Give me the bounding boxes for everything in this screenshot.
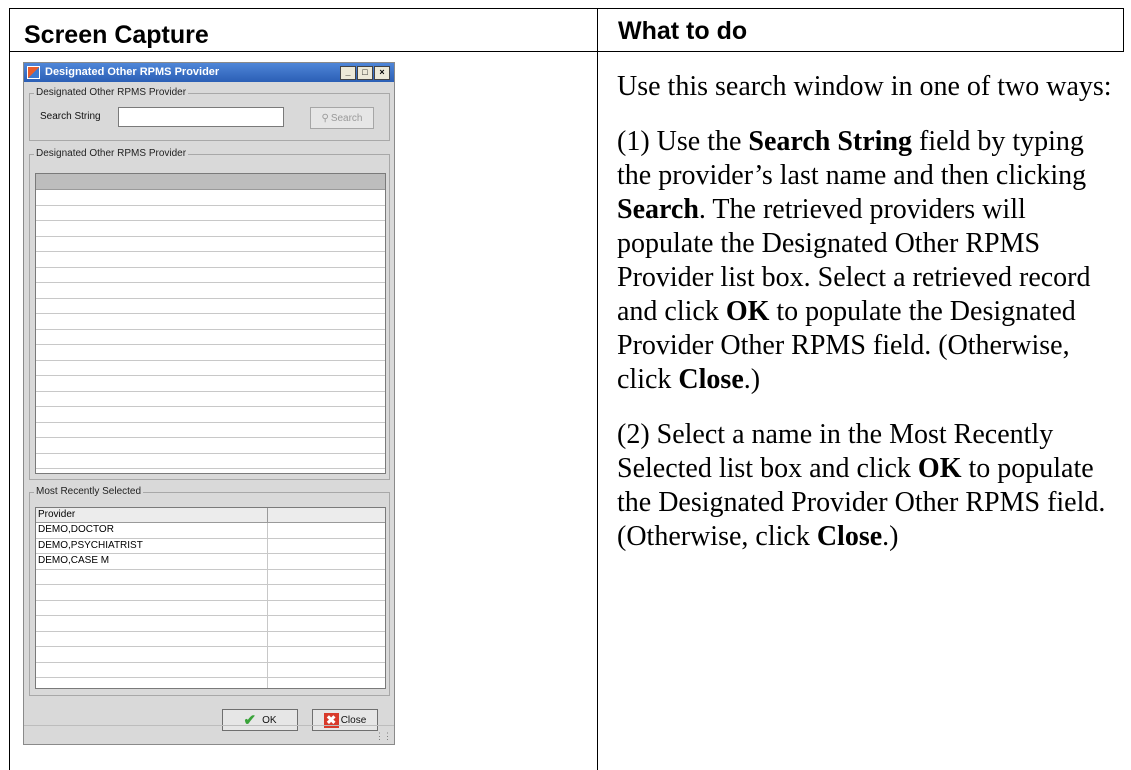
close-term: Close [678, 364, 744, 395]
table-row[interactable] [36, 600, 385, 616]
search-group-label: Designated Other RPMS Provider [34, 87, 189, 99]
provider-cell: DEMO,DOCTOR [38, 524, 114, 535]
column-header-screen-capture: Screen Capture [24, 21, 209, 49]
list-item[interactable] [36, 252, 385, 268]
list-item[interactable] [36, 407, 385, 423]
table-row[interactable]: DEMO,PSYCHIATRIST [36, 538, 385, 554]
table-row[interactable]: DEMO,CASE M [36, 554, 385, 570]
close-term: Close [816, 521, 883, 552]
table-row[interactable] [36, 616, 385, 632]
recent-group: Most Recently Selected Provider DEMO,DOC… [29, 486, 390, 696]
provider-column-header: Provider [38, 509, 76, 520]
list-item[interactable] [36, 438, 385, 454]
provider-cell: DEMO,PSYCHIATRIST [38, 539, 143, 551]
list-item[interactable] [36, 423, 385, 438]
table-row[interactable] [36, 631, 385, 647]
instructions: Use this search window in one of two way… [617, 70, 1122, 575]
search-icon: ⚲ [321, 112, 329, 124]
search-button-label: Search [330, 112, 363, 124]
results-list-header [36, 174, 385, 190]
instruction-option-2: (2) Select a name in the Most Recently S… [617, 419, 1106, 552]
table-row[interactable] [36, 569, 385, 585]
search-group: Designated Other RPMS Provider Search St… [29, 87, 390, 141]
list-item[interactable] [36, 392, 385, 407]
list-item[interactable] [36, 237, 385, 252]
dialog-title: Designated Other RPMS Provider [45, 66, 220, 78]
ok-term: OK [725, 296, 770, 327]
list-item[interactable] [36, 221, 385, 237]
list-item[interactable] [36, 454, 385, 469]
search-string-label: Search String [40, 111, 101, 122]
table-right-border [1123, 8, 1124, 52]
table-header-border [9, 51, 1124, 52]
table-top-border [9, 8, 1124, 9]
recent-group-label: Most Recently Selected [34, 486, 144, 498]
list-item[interactable] [36, 314, 385, 330]
results-group-label: Designated Other RPMS Provider [34, 148, 189, 160]
dialog-title-bar: Designated Other RPMS Provider _ □ × [24, 63, 394, 82]
list-item[interactable] [36, 376, 385, 392]
list-item[interactable] [36, 190, 385, 206]
search-button[interactable]: ⚲ Search [310, 107, 374, 129]
recent-list[interactable]: Provider DEMO,DOCTOR DEMO,PSYCHIATRIST D… [35, 507, 386, 689]
app-icon [27, 66, 40, 79]
search-string-term: Search String [748, 126, 913, 157]
close-window-icon[interactable]: × [374, 66, 390, 80]
instruction-intro: Use this search window in one of two way… [617, 71, 1112, 102]
list-item[interactable] [36, 330, 385, 345]
column-header-what-to-do: What to do [618, 17, 748, 45]
table-row[interactable] [36, 585, 385, 601]
results-group: Designated Other RPMS Provider [29, 148, 390, 480]
list-item[interactable] [36, 283, 385, 299]
search-term: Search [617, 194, 699, 225]
column-separator [267, 508, 268, 522]
instruction-option-1: (1) Use the Search String field by typin… [617, 126, 1091, 395]
list-item[interactable] [36, 299, 385, 314]
table-row[interactable] [36, 647, 385, 663]
table-row[interactable] [36, 662, 385, 678]
ok-term: OK [917, 453, 962, 484]
designated-provider-dialog: Designated Other RPMS Provider _ □ × Desig… [23, 62, 395, 745]
table-row[interactable]: DEMO,DOCTOR [36, 523, 385, 539]
results-list[interactable] [35, 173, 386, 474]
table-row[interactable] [36, 678, 385, 688]
close-button-label: Close [340, 714, 367, 726]
ok-button-label: OK [262, 714, 277, 726]
recent-list-header: Provider [36, 508, 385, 523]
resize-grip-icon[interactable]: ⋮⋮ [375, 731, 392, 742]
list-item[interactable] [36, 206, 385, 221]
search-input[interactable] [118, 107, 284, 127]
list-item[interactable] [36, 345, 385, 361]
maximize-icon[interactable]: □ [357, 66, 373, 80]
window-controls: _ □ × [339, 66, 390, 85]
list-item[interactable] [36, 268, 385, 283]
table-column-divider [597, 8, 598, 770]
provider-cell: DEMO,CASE M [38, 555, 110, 566]
status-bar [24, 725, 394, 744]
table-left-border [9, 8, 10, 770]
minimize-icon[interactable]: _ [340, 66, 356, 80]
list-item[interactable] [36, 361, 385, 376]
